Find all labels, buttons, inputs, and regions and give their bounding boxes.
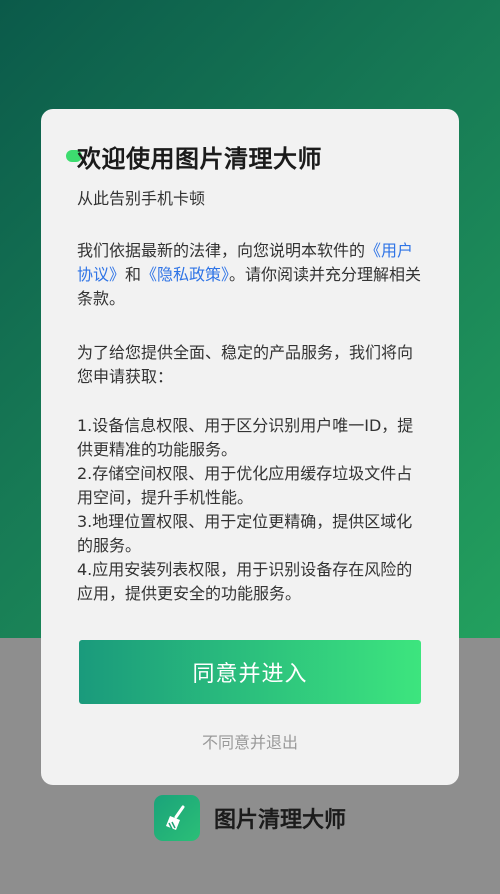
intro-text-and: 和: [125, 265, 142, 284]
disagree-link[interactable]: 不同意并退出: [41, 729, 459, 753]
agree-button[interactable]: 同意并进入: [79, 640, 421, 704]
permission-item: 1.设备信息权限、用于区分识别用户唯一ID，提供更精准的功能服务。: [77, 416, 414, 459]
dialog-subtitle: 从此告别手机卡顿: [77, 189, 206, 208]
brand-footer: 图片清理大师: [154, 795, 346, 841]
app-name: 图片清理大师: [214, 808, 347, 833]
intro-text-before: 我们依据最新的法律，向您说明本软件的: [77, 241, 366, 260]
privacy-policy-link[interactable]: 《隐私政策》: [141, 265, 229, 284]
dialog-title: 欢迎使用图片清理大师: [77, 145, 322, 173]
permission-item: 4.应用安装列表权限，用于识别设备存在风险的应用，提供更安全的功能服务。: [77, 560, 413, 603]
intro-paragraph: 我们依据最新的法律，向您说明本软件的《用户协议》和《隐私政策》。请你阅读并充分理…: [77, 239, 427, 311]
broom-icon: [154, 795, 200, 841]
privacy-dialog: 欢迎使用图片清理大师 从此告别手机卡顿 我们依据最新的法律，向您说明本软件的《用…: [41, 109, 459, 785]
permissions-list: 1.设备信息权限、用于区分识别用户唯一ID，提供更精准的功能服务。 2.存储空间…: [77, 414, 427, 606]
request-paragraph: 为了给您提供全面、稳定的产品服务，我们将向您申请获取：: [77, 343, 414, 386]
permission-item: 2.存储空间权限、用于优化应用缓存垃圾文件占用空间，提升手机性能。: [77, 464, 413, 507]
permission-item: 3.地理位置权限、用于定位更精确，提供区域化的服务。: [77, 512, 413, 555]
